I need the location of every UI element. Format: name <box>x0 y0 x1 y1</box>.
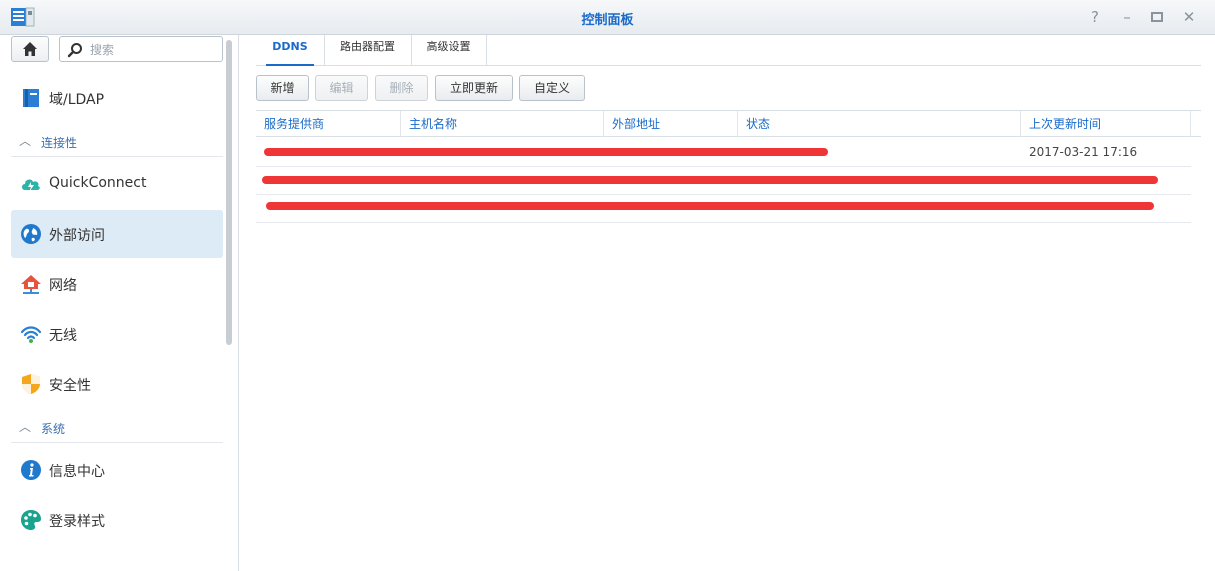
column-header-status[interactable]: 状态 <box>738 111 1021 137</box>
sidebar-item-info-center[interactable]: 信息中心 <box>11 446 223 494</box>
wifi-icon <box>20 326 42 343</box>
sidebar-item-quickconnect[interactable]: QuickConnect <box>11 160 223 208</box>
cell-last-updated: 2017-03-21 17:16 <box>1029 145 1138 159</box>
customize-button[interactable]: 自定义 <box>519 75 585 101</box>
help-icon[interactable]: ? <box>1085 7 1105 27</box>
column-header-last-updated[interactable]: 上次更新时间 <box>1021 111 1191 137</box>
search-icon <box>67 43 82 58</box>
window-title: 控制面板 <box>581 13 634 28</box>
section-connectivity[interactable]: ︿ 连接性 <box>11 128 223 157</box>
section-label: 连接性 <box>41 136 78 150</box>
add-button[interactable]: 新增 <box>256 75 309 101</box>
table-row[interactable] <box>256 194 1191 223</box>
globe-icon <box>21 224 41 244</box>
sidebar-item-ldap[interactable]: 域/LDAP <box>11 74 223 122</box>
column-header-hostname[interactable]: 主机名称 <box>401 111 604 137</box>
edit-button[interactable]: 编辑 <box>315 75 368 101</box>
region-icon <box>20 559 42 571</box>
home-button[interactable] <box>11 36 49 62</box>
section-label: 系统 <box>41 422 66 436</box>
info-icon <box>21 460 41 480</box>
sidebar-item-login-style[interactable]: 登录样式 <box>11 496 223 544</box>
cell-last-updated <box>1021 166 1191 194</box>
tab-advanced-settings[interactable]: 高级设置 <box>411 35 487 65</box>
section-system[interactable]: ︿ 系统 <box>11 414 223 443</box>
search-input[interactable] <box>88 40 220 60</box>
sidebar-item-label: 安全性 <box>49 378 91 394</box>
sidebar-item-label: 外部访问 <box>49 228 105 244</box>
tab-bar: DDNS 路由器配置 高级设置 <box>256 35 1201 66</box>
minimize-icon[interactable]: – <box>1117 7 1137 27</box>
search-box[interactable] <box>59 36 223 62</box>
sidebar-item-label: 域/LDAP <box>49 92 105 108</box>
sidebar-scrollbar[interactable] <box>226 40 232 345</box>
sidebar-item-wireless[interactable]: 无线 <box>11 310 223 358</box>
update-now-button[interactable]: 立即更新 <box>435 75 513 101</box>
shield-icon <box>22 374 40 394</box>
cell-last-updated <box>1021 194 1191 222</box>
sidebar-item-label: 网络 <box>49 278 77 294</box>
sidebar-item-label: QuickConnect <box>49 175 147 191</box>
sidebar-item-partial[interactable] <box>11 546 223 571</box>
close-icon[interactable]: ✕ <box>1179 7 1199 27</box>
table-header: 服务提供商 主机名称 外部地址 状态 上次更新时间 <box>256 110 1201 137</box>
sidebar-item-label: 登录样式 <box>49 514 105 530</box>
sidebar-item-label: 无线 <box>49 328 77 344</box>
delete-button[interactable]: 删除 <box>375 75 428 101</box>
window-titlebar: 控制面板 ? – ✕ <box>0 0 1215 35</box>
sidebar-item-network[interactable]: 网络 <box>11 260 223 308</box>
sidebar-item-label: 信息中心 <box>49 464 105 480</box>
maximize-icon[interactable] <box>1147 7 1167 27</box>
sidebar-item-external-access[interactable]: 外部访问 <box>11 210 223 258</box>
chevron-up-icon: ︿ <box>19 420 32 434</box>
cloud-lightning-icon <box>22 179 40 192</box>
sidebar-item-security[interactable]: 安全性 <box>11 360 223 408</box>
sidebar: 域/LDAP ︿ 连接性 QuickConnect 外部访问 网络 <box>0 35 239 571</box>
column-header-provider[interactable]: 服务提供商 <box>256 111 401 137</box>
table-row[interactable] <box>256 166 1191 195</box>
chevron-up-icon: ︿ <box>19 134 32 148</box>
directory-icon <box>23 89 39 107</box>
home-icon <box>23 42 37 56</box>
redaction-mark <box>264 148 828 156</box>
network-house-icon <box>21 275 41 294</box>
tab-router-config[interactable]: 路由器配置 <box>324 35 412 65</box>
table-row[interactable]: 2017-03-21 17:16 <box>256 138 1191 167</box>
palette-icon <box>21 510 41 530</box>
column-header-external-address[interactable]: 外部地址 <box>604 111 738 137</box>
tab-ddns[interactable]: DDNS <box>256 35 325 66</box>
